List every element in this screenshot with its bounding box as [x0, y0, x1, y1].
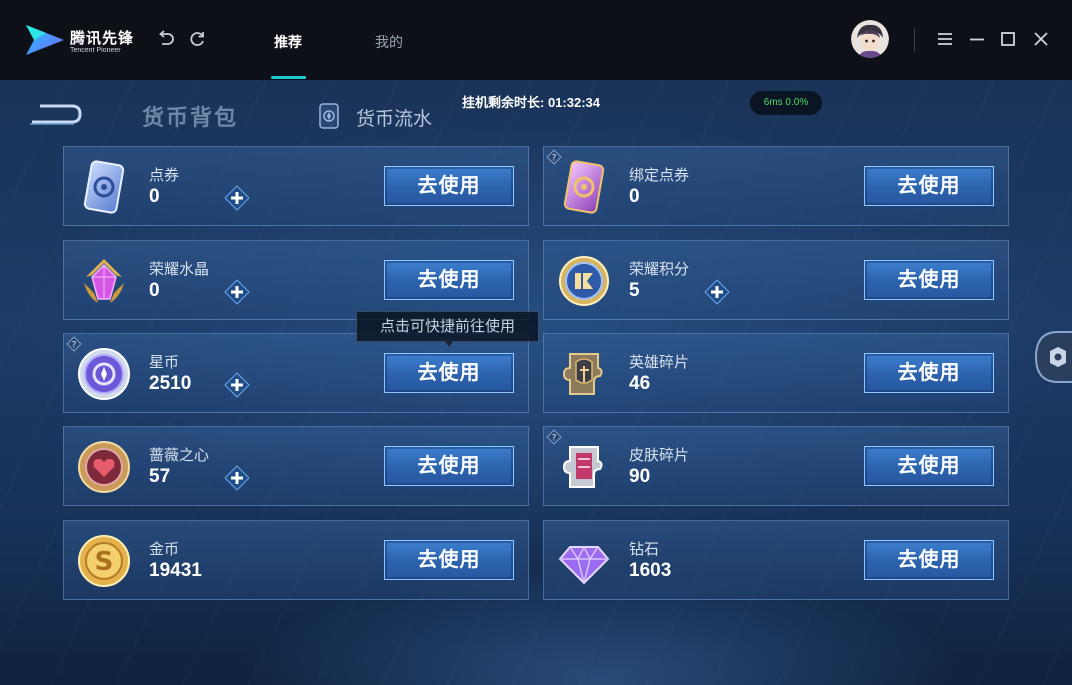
maximize-icon[interactable]	[999, 30, 1017, 48]
use-button[interactable]: 去使用	[864, 166, 994, 206]
skin-fragment-icon	[562, 446, 603, 488]
active-tab-indicator	[271, 76, 306, 79]
item-count: 2510	[149, 373, 192, 394]
item-name: 星币	[149, 354, 180, 371]
use-button[interactable]: 去使用	[384, 446, 514, 486]
close-icon[interactable]	[1032, 30, 1050, 48]
currency-card-gold-coin: S 金币 19431 去使用	[63, 520, 529, 600]
game-viewport: 货币背包 货币流水 挂机剩余时长: 01:32:34 6ms 0.0% 点券 0…	[0, 80, 1072, 685]
tooltip-arrow	[444, 340, 454, 347]
currency-card-glory-crystal: 荣耀水晶 0 去使用	[63, 240, 529, 320]
use-button[interactable]: 去使用	[864, 446, 994, 486]
item-name: 钻石	[629, 541, 660, 558]
title-bar-divider	[914, 28, 915, 52]
tab-mine[interactable]: 我的	[375, 32, 403, 52]
undo-icon[interactable]	[156, 29, 176, 49]
currency-flow-label: 货币流水	[356, 109, 433, 130]
pioneer-logo-icon	[26, 25, 64, 55]
currency-card-glory-points: 荣耀积分 5 去使用	[543, 240, 1009, 320]
use-button[interactable]: 去使用	[384, 540, 514, 580]
add-currency-button[interactable]	[224, 372, 250, 398]
currency-card-rose-heart: 蔷薇之心 57 去使用	[63, 426, 529, 506]
currency-card-voucher: 点券 0 去使用	[63, 146, 529, 226]
currency-card-hero-fragment: 英雄碎片 46 去使用	[543, 333, 1009, 413]
item-name: 荣耀积分	[629, 261, 690, 278]
ping-badge: 6ms 0.0%	[750, 91, 822, 115]
add-currency-button[interactable]	[704, 279, 730, 305]
tab-recommend[interactable]: 推荐	[274, 32, 302, 52]
currency-card-diamond: 钻石 1603 去使用	[543, 520, 1009, 600]
app-logo: 腾讯先锋 Tencent Pioneer	[24, 21, 133, 59]
item-count: 57	[149, 466, 171, 487]
glory-crystal-icon	[84, 259, 124, 303]
item-count: 5	[629, 280, 640, 301]
use-button[interactable]: 去使用	[384, 260, 514, 300]
diamond-icon	[558, 545, 610, 585]
star-coin-icon	[78, 348, 130, 400]
add-currency-button[interactable]	[224, 465, 250, 491]
item-name: 英雄碎片	[629, 354, 690, 371]
use-button[interactable]: 去使用	[384, 166, 514, 206]
bound-voucher-card-icon	[563, 160, 605, 214]
minimize-icon[interactable]	[968, 30, 986, 48]
logo-title: 腾讯先锋	[70, 30, 135, 47]
svg-text:S: S	[95, 547, 114, 577]
item-count: 46	[629, 373, 651, 394]
hang-time-remaining: 挂机剩余时长: 01:32:34	[462, 95, 600, 110]
item-name: 皮肤碎片	[629, 447, 690, 464]
logo-subtitle: Tencent Pioneer	[70, 47, 121, 54]
menu-icon[interactable]	[936, 30, 954, 48]
hero-fragment-icon	[562, 353, 603, 395]
floating-menu-handle[interactable]	[1034, 330, 1072, 384]
glory-points-icon	[559, 256, 609, 306]
item-name: 金币	[149, 541, 180, 558]
title-bar: 腾讯先锋 Tencent Pioneer 推荐 我的	[0, 0, 1072, 80]
item-count: 90	[629, 466, 651, 487]
item-count: 0	[629, 186, 640, 207]
item-name: 点券	[149, 167, 180, 184]
voucher-card-icon	[83, 160, 125, 214]
add-currency-button[interactable]	[224, 185, 250, 211]
use-button[interactable]: 去使用	[864, 353, 994, 393]
item-count: 1603	[629, 560, 672, 581]
back-arrow-icon[interactable]	[28, 100, 84, 130]
item-name: 荣耀水晶	[149, 261, 210, 278]
user-avatar[interactable]	[851, 20, 889, 58]
item-count: 0	[149, 280, 160, 301]
gold-coin-icon: S	[78, 535, 130, 587]
currency-flow-icon	[319, 103, 339, 129]
rose-heart-icon	[78, 441, 130, 493]
currency-card-skin-fragment: ? 皮肤碎片 90 去使用	[543, 426, 1009, 506]
page-title: 货币背包	[142, 105, 239, 130]
item-name: 绑定点券	[629, 167, 690, 184]
item-count: 0	[149, 186, 160, 207]
currency-card-star-coin: ? 星币 2510 去使用	[63, 333, 529, 413]
add-currency-button[interactable]	[224, 279, 250, 305]
item-name: 蔷薇之心	[149, 447, 210, 464]
use-button[interactable]: 去使用	[864, 540, 994, 580]
use-button[interactable]: 去使用	[384, 353, 514, 393]
quick-use-tooltip: 点击可快捷前往使用	[356, 311, 539, 342]
use-button[interactable]: 去使用	[864, 260, 994, 300]
currency-card-bound-voucher: ? 绑定点券 0 去使用	[543, 146, 1009, 226]
item-count: 19431	[149, 560, 202, 581]
refresh-icon[interactable]	[187, 29, 207, 49]
